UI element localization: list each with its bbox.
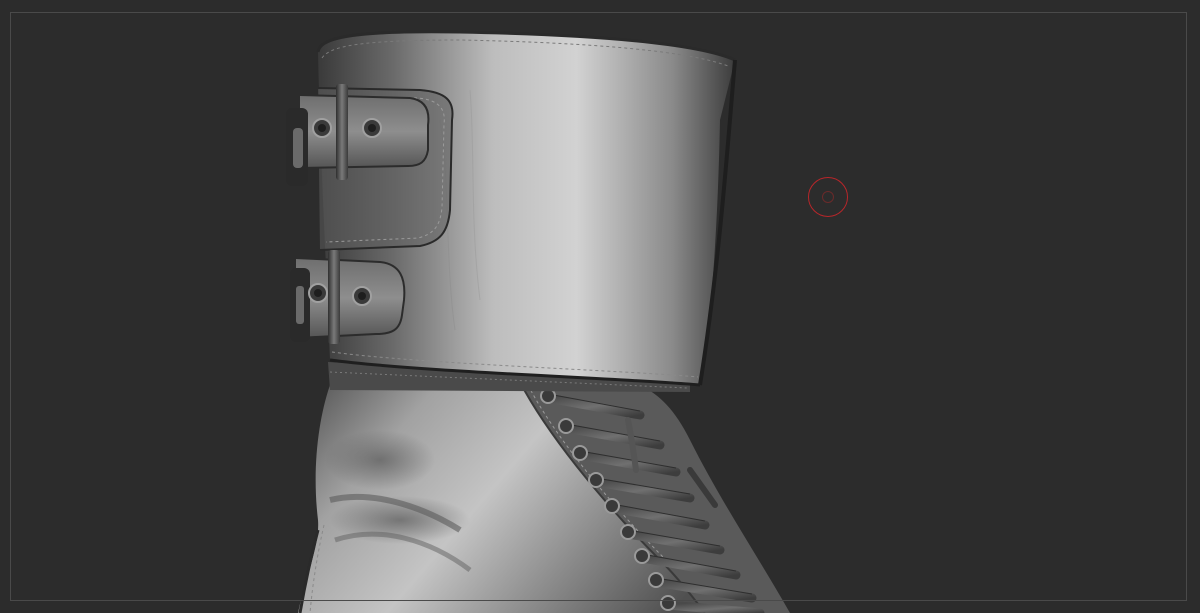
upper-strap xyxy=(299,87,454,251)
brush-center-icon xyxy=(822,191,834,203)
sculpt-viewport[interactable] xyxy=(0,0,1200,613)
boot-model[interactable] xyxy=(0,0,1200,613)
brush-circle-icon[interactable] xyxy=(808,177,848,217)
